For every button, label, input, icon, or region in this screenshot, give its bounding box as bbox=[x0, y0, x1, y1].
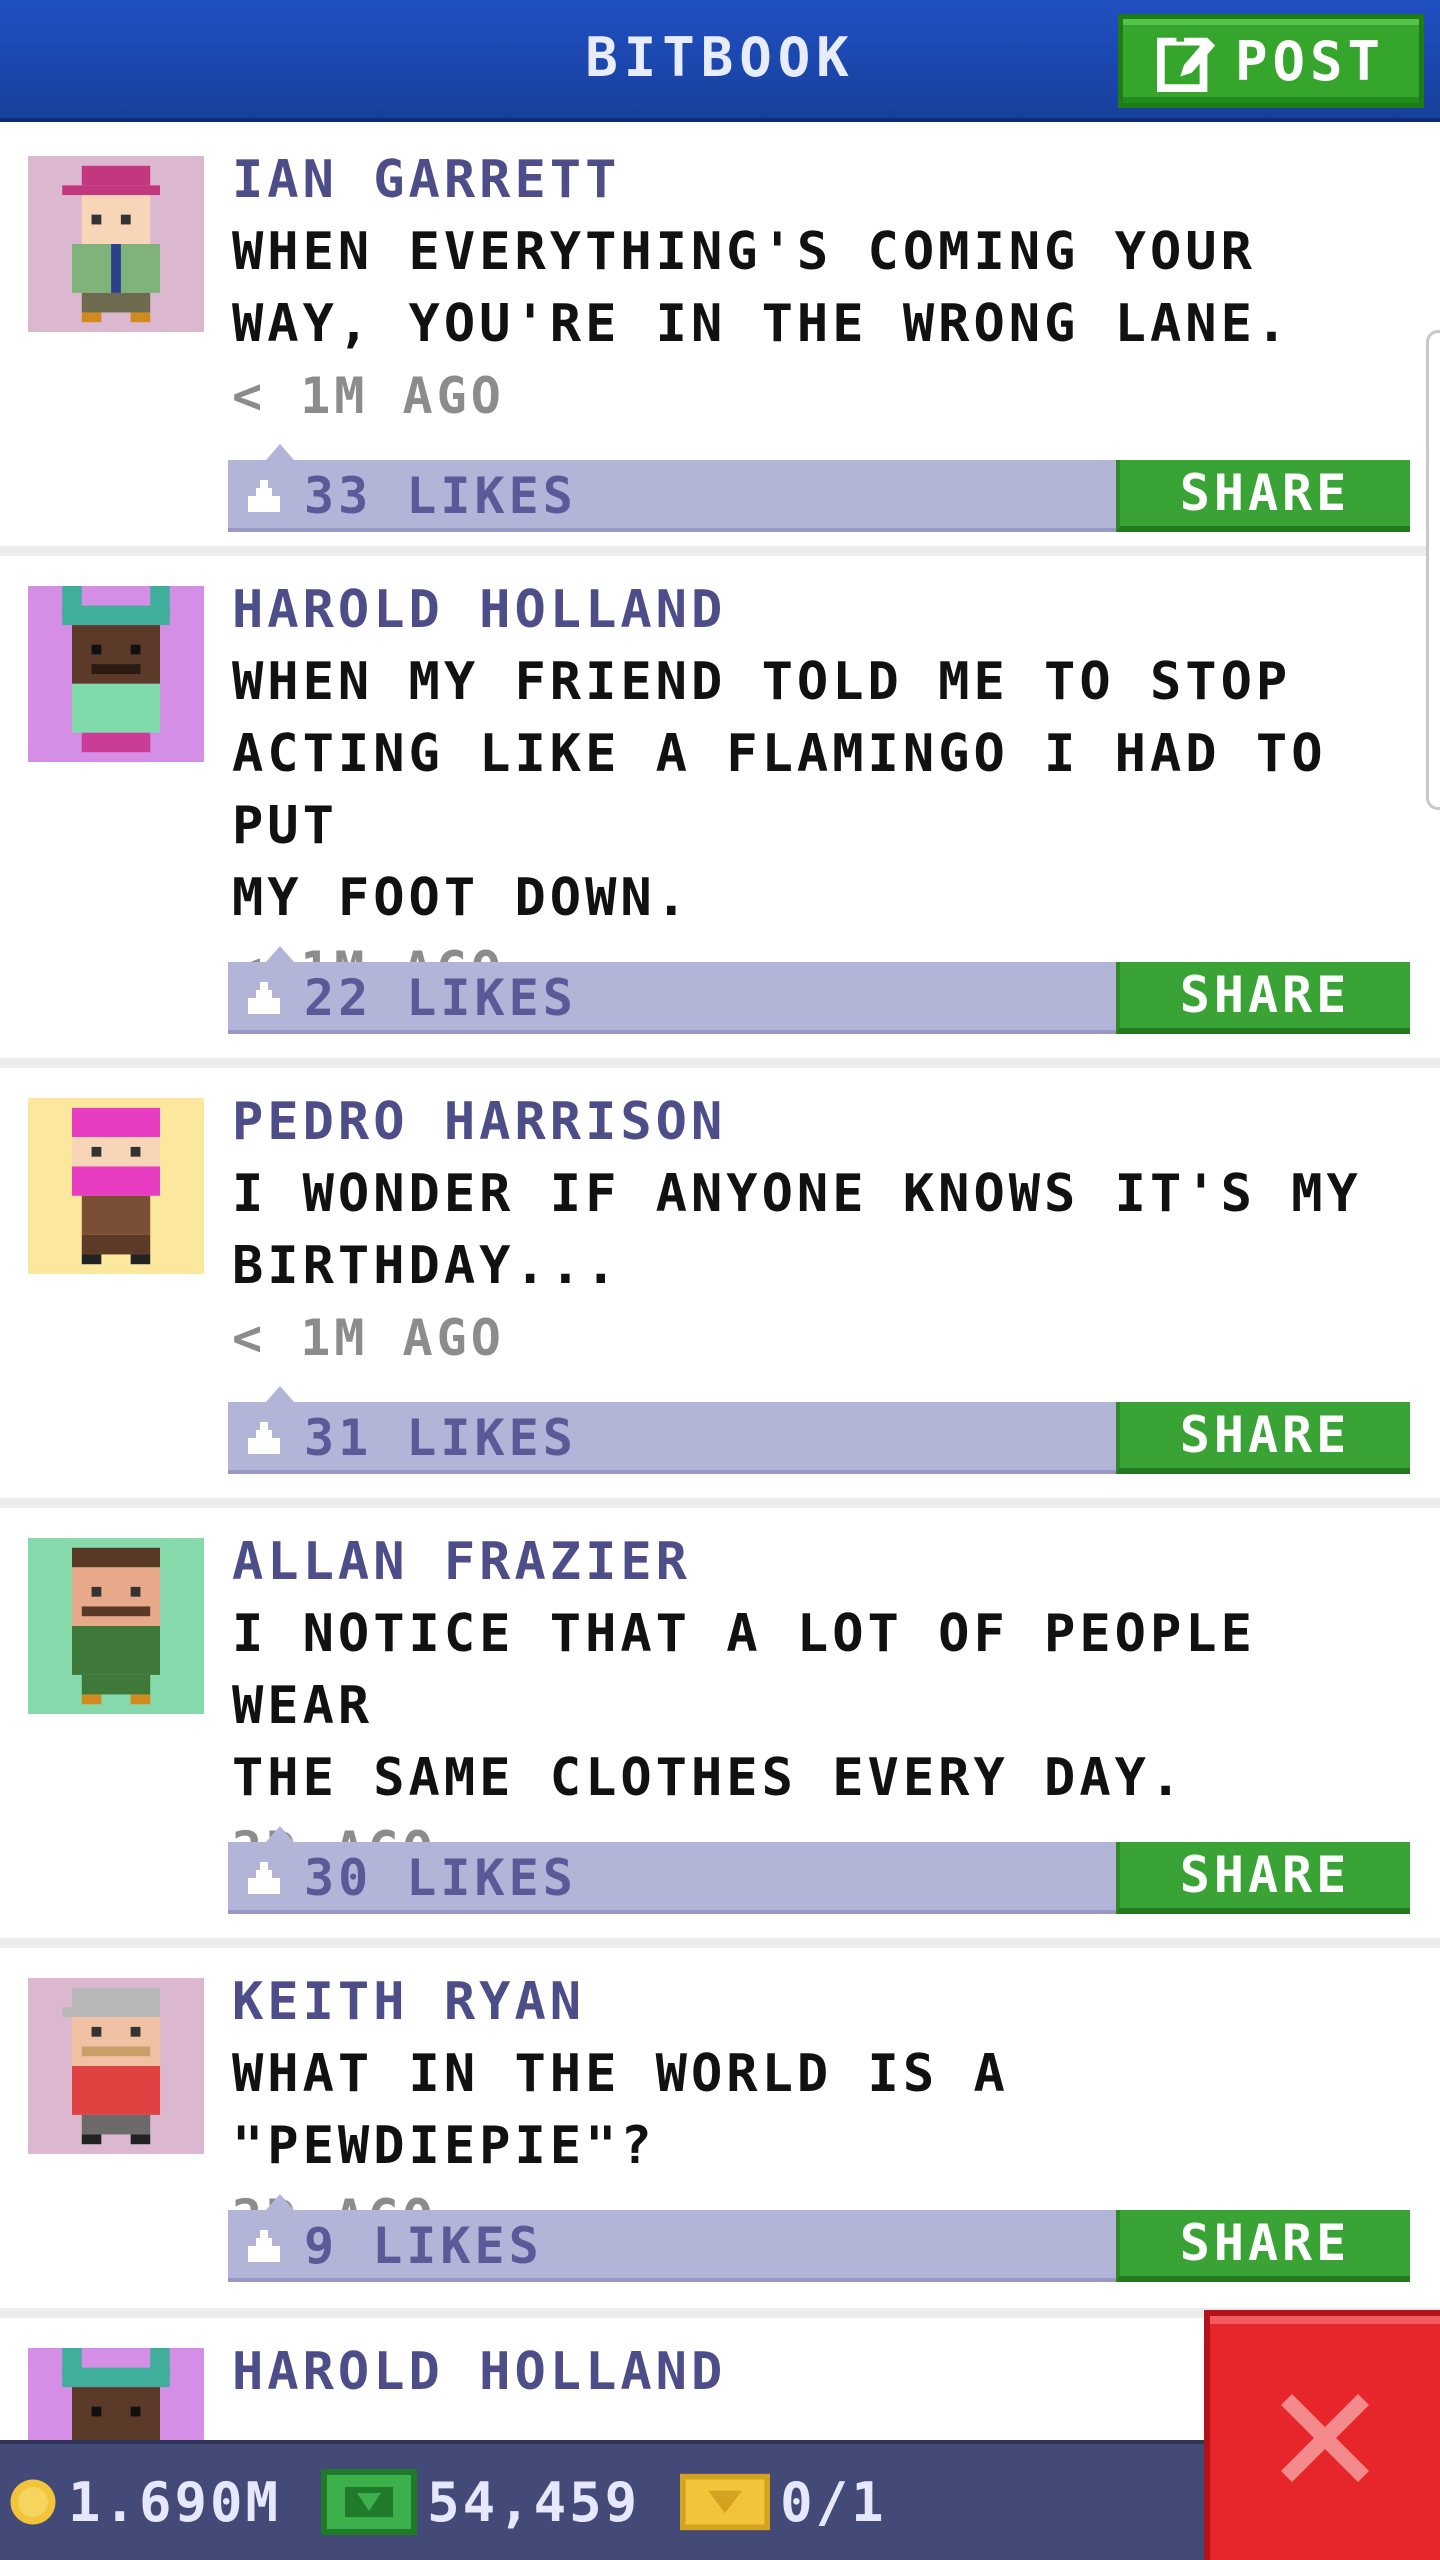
post-time: < 1M AGO bbox=[232, 367, 505, 425]
tickets-counter: 0/1 bbox=[670, 2471, 887, 2534]
post-author[interactable]: IAN GARRETT bbox=[232, 144, 1420, 216]
avatar-cat-ears-icon bbox=[62, 586, 170, 753]
share-button[interactable]: SHARE bbox=[1116, 460, 1410, 532]
close-icon bbox=[1281, 2394, 1369, 2482]
post-text: I NOTICE THAT A LOT OF PEOPLE WEAR THE S… bbox=[232, 1604, 1256, 1808]
avatar[interactable] bbox=[28, 1098, 204, 1274]
post-text: WHAT IN THE WORLD IS A "PEWDIEPIE"? bbox=[232, 2044, 1009, 2176]
avatar[interactable] bbox=[28, 156, 204, 332]
feed-post: KEITH RYAN WHAT IN THE WORLD IS A "PEWDI… bbox=[0, 1948, 1440, 2318]
feed-post: IAN GARRETT WHEN EVERYTHING'S COMING YOU… bbox=[0, 126, 1440, 556]
post-button[interactable]: POST bbox=[1118, 14, 1424, 108]
like-bar[interactable]: 30 LIKES SHARE bbox=[228, 1826, 1410, 1914]
avatar[interactable] bbox=[28, 586, 204, 762]
post-text: WHEN MY FRIEND TOLD ME TO STOP ACTING LI… bbox=[232, 652, 1327, 928]
feed-post: HAROLD HOLLAND WHEN MY FRIEND TOLD ME TO… bbox=[0, 556, 1440, 1068]
cash-icon bbox=[321, 2469, 418, 2535]
post-author[interactable]: HAROLD HOLLAND bbox=[232, 574, 1420, 646]
like-icon bbox=[248, 2230, 280, 2262]
compose-icon bbox=[1156, 33, 1216, 92]
likes-count: 30 LIKES bbox=[304, 1849, 577, 1907]
coins-value: 1.690M bbox=[68, 2470, 282, 2534]
likes-count: 9 LIKES bbox=[304, 2217, 543, 2275]
feed[interactable]: IAN GARRETT WHEN EVERYTHING'S COMING YOU… bbox=[0, 126, 1440, 2524]
avatar-mustache-icon bbox=[72, 1547, 160, 1705]
coins-counter: 1.690M bbox=[0, 2471, 281, 2534]
close-button[interactable] bbox=[1204, 2310, 1440, 2560]
like-icon bbox=[248, 1862, 280, 1894]
likes-count: 33 LIKES bbox=[304, 467, 577, 525]
avatar-gray-cap-icon bbox=[62, 1987, 160, 2145]
coin-icon bbox=[10, 2479, 56, 2525]
post-text: I WONDER IF ANYONE KNOWS IT'S MY BIRTHDA… bbox=[232, 1164, 1362, 1296]
avatar[interactable] bbox=[28, 1538, 204, 1714]
cash-counter: 54,459 bbox=[311, 2469, 640, 2535]
share-button[interactable]: SHARE bbox=[1116, 2210, 1410, 2282]
post-label: POST bbox=[1234, 29, 1386, 93]
likes-count: 31 LIKES bbox=[304, 1409, 577, 1467]
like-icon bbox=[248, 982, 280, 1014]
app-header: BITBOOK POST bbox=[0, 0, 1440, 122]
post-time: < 1M AGO bbox=[232, 1309, 505, 1367]
avatar-magenta-cap-icon bbox=[62, 165, 160, 323]
like-bar[interactable]: 31 LIKES SHARE bbox=[228, 1386, 1410, 1474]
like-bar[interactable]: 22 LIKES SHARE bbox=[228, 946, 1410, 1034]
tickets-value: 0/1 bbox=[780, 2470, 887, 2534]
share-button[interactable]: SHARE bbox=[1116, 1402, 1410, 1474]
scroll-indicator[interactable] bbox=[1426, 330, 1440, 810]
post-text: WHEN EVERYTHING'S COMING YOUR WAY, YOU'R… bbox=[232, 222, 1292, 354]
post-author[interactable]: ALLAN FRAZIER bbox=[232, 1526, 1420, 1598]
feed-post: PEDRO HARRISON I WONDER IF ANYONE KNOWS … bbox=[0, 1068, 1440, 1508]
share-button[interactable]: SHARE bbox=[1116, 962, 1410, 1034]
post-author[interactable]: PEDRO HARRISON bbox=[232, 1086, 1420, 1158]
share-button[interactable]: SHARE bbox=[1116, 1842, 1410, 1914]
avatar[interactable] bbox=[28, 1978, 204, 2154]
like-bar[interactable]: 33 LIKES SHARE bbox=[228, 444, 1410, 532]
like-bar[interactable]: 9 LIKES SHARE bbox=[228, 2194, 1410, 2282]
post-author[interactable]: KEITH RYAN bbox=[232, 1966, 1420, 2038]
like-icon bbox=[248, 1422, 280, 1454]
ticket-icon bbox=[680, 2473, 771, 2531]
avatar-pink-hair-icon bbox=[72, 1107, 160, 1265]
likes-count: 22 LIKES bbox=[304, 969, 577, 1027]
feed-post: ALLAN FRAZIER I NOTICE THAT A LOT OF PEO… bbox=[0, 1508, 1440, 1948]
like-icon bbox=[248, 480, 280, 512]
cash-value: 54,459 bbox=[427, 2470, 641, 2534]
